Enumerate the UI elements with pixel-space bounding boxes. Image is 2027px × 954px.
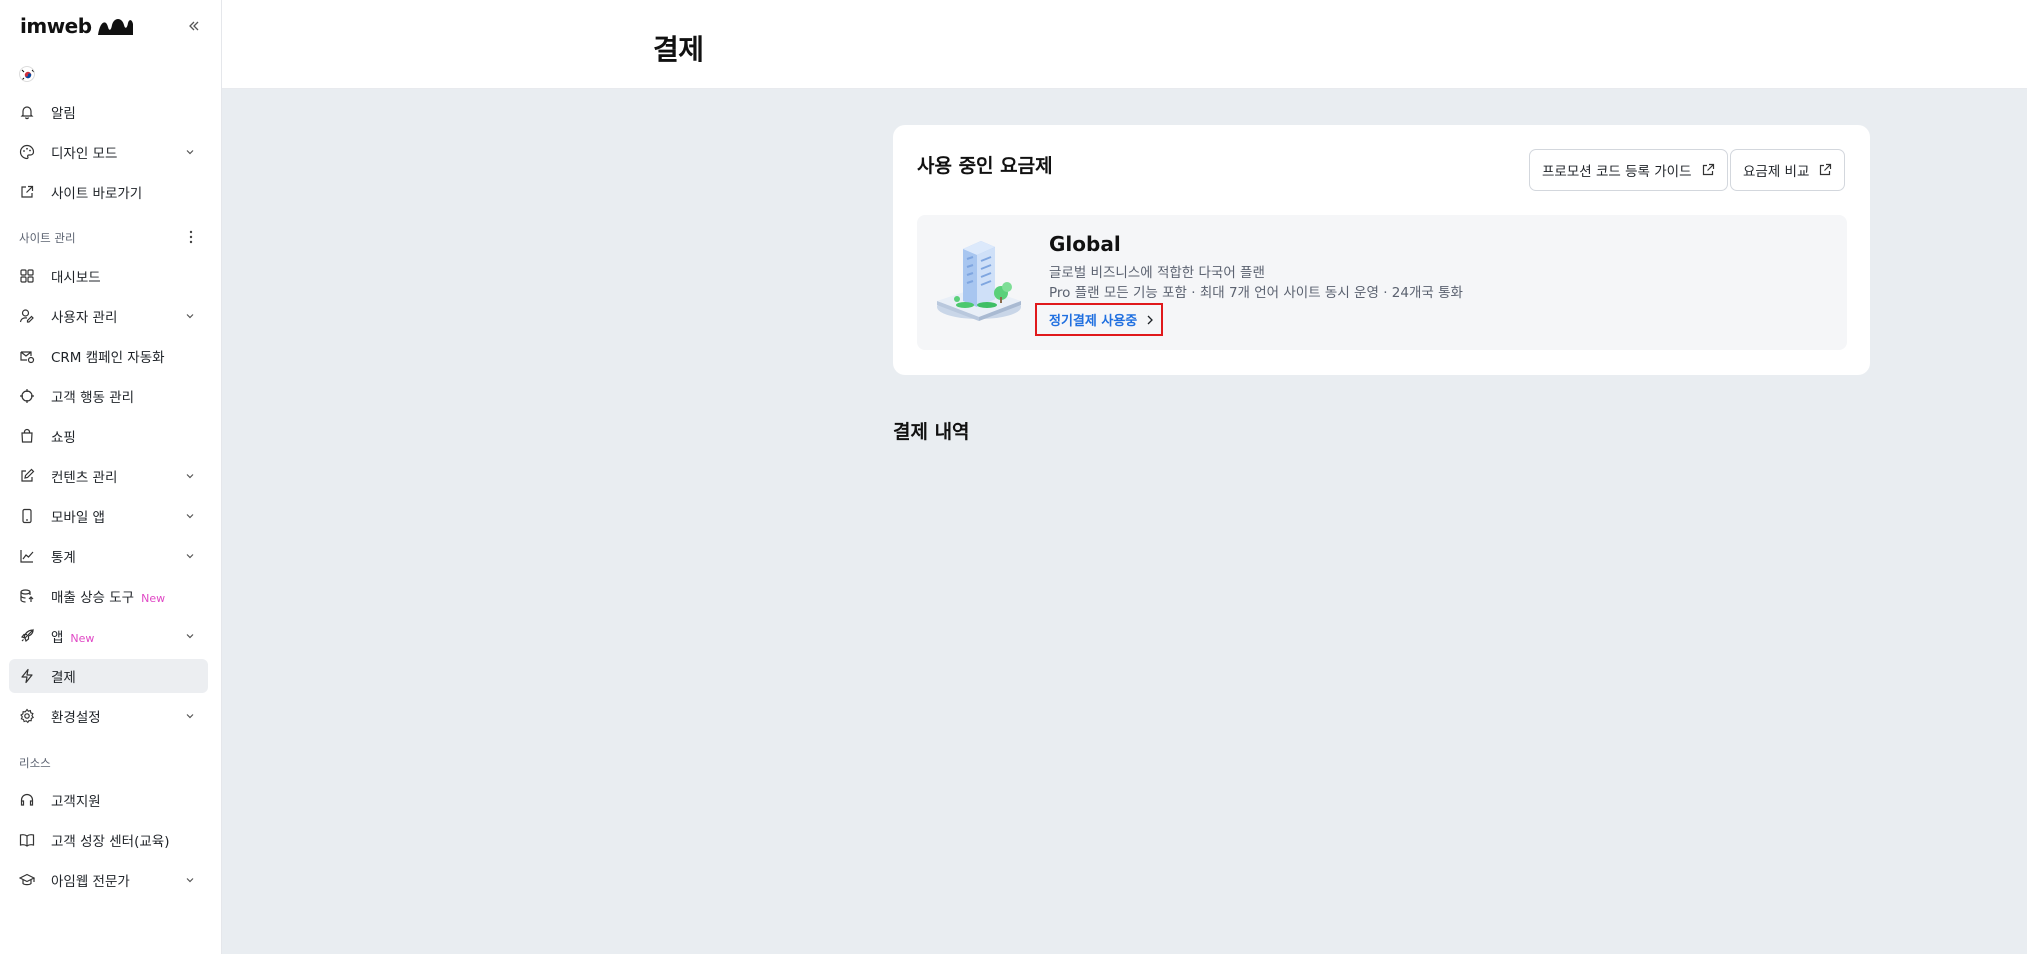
external-link-icon — [21, 185, 34, 198]
sidebar-item-statistics[interactable]: 통계 — [9, 539, 208, 573]
sidebar-item-label: 쇼핑 — [51, 430, 76, 446]
plan-info-box: Global 글로벌 비즈니스에 적합한 다국어 플랜 Pro 플랜 모든 기능… — [917, 215, 1847, 350]
sidebar-item-label: 컨텐츠 관리 — [51, 470, 118, 486]
sidebar-item-label: 앱 New — [51, 630, 95, 646]
subscription-status-link[interactable]: 정기결제 사용중 — [1035, 303, 1163, 336]
chevron-down-icon — [186, 714, 194, 719]
plan-name: Global — [1049, 232, 1121, 256]
sidebar-item-content-management[interactable]: 컨텐츠 관리 — [9, 459, 208, 493]
sidebar-item-notifications[interactable]: 알림 — [9, 95, 208, 129]
chevron-down-icon — [186, 474, 194, 479]
button-label: 프로모션 코드 등록 가이드 — [1542, 164, 1692, 180]
imweb-logo[interactable]: imweb — [20, 14, 134, 38]
korea-flag-icon[interactable] — [19, 66, 35, 82]
sidebar-item-label: 디자인 모드 — [51, 146, 118, 162]
sidebar-item-label: 대시보드 — [51, 270, 101, 286]
sidebar-item-label: 아임웹 전문가 — [51, 874, 130, 890]
chevron-down-icon — [186, 878, 194, 883]
promo-code-guide-button[interactable]: 프로모션 코드 등록 가이드 — [1529, 149, 1728, 191]
sidebar-item-label: 통계 — [51, 550, 76, 566]
sidebar-item-user-management[interactable]: 사용자 관리 — [9, 299, 208, 333]
pencil-square-icon — [21, 468, 35, 482]
sidebar-item-shopping[interactable]: 쇼핑 — [9, 419, 208, 453]
more-vertical-icon[interactable] — [184, 229, 198, 245]
sidebar-item-customer-support[interactable]: 고객지원 — [9, 783, 208, 817]
plan-compare-button[interactable]: 요금제 비교 — [1730, 149, 1846, 191]
page-title: 결제 — [653, 33, 704, 66]
sidebar-item-label: CRM 캠페인 자동화 — [51, 350, 165, 366]
sidebar-item-customer-behavior[interactable]: 고객 행동 관리 — [9, 379, 208, 413]
bell-icon — [20, 106, 34, 120]
sidebar-item-site-shortcut[interactable]: 사이트 바로가기 — [9, 175, 208, 209]
sidebar-item-label: 고객 성장 센터(교육) — [51, 834, 170, 850]
rocket-icon — [20, 628, 34, 643]
sidebar-item-label: 환경설정 — [51, 710, 101, 726]
sidebar-item-design-mode[interactable]: 디자인 모드 — [9, 135, 208, 169]
chart-line-icon — [20, 550, 34, 563]
sidebar-item-crm-automation[interactable]: CRM 캠페인 자동화 — [9, 339, 208, 373]
sidebar-item-label: 모바일 앱 — [51, 510, 105, 526]
external-link-icon — [1820, 163, 1832, 176]
new-badge: New — [141, 592, 166, 605]
graduation-cap-icon — [19, 873, 35, 886]
chevron-down-icon — [186, 554, 194, 559]
current-plan-title: 사용 중인 요금제 — [917, 155, 1053, 177]
chevron-down-icon — [186, 150, 194, 155]
sidebar-item-billing[interactable]: 결제 — [9, 659, 208, 693]
button-label: 요금제 비교 — [1743, 164, 1810, 180]
lightning-icon — [21, 668, 33, 684]
shopping-bag-icon — [21, 428, 33, 443]
building-illustration-icon — [937, 241, 1021, 321]
user-edit-icon — [19, 309, 34, 323]
palette-icon — [19, 144, 35, 160]
growth-tool-icon — [20, 589, 34, 603]
double-chevron-left-icon — [189, 21, 199, 31]
sidebar-item-sales-growth-tool[interactable]: 매출 상승 도구 New — [9, 579, 208, 613]
logo-mark-icon — [97, 19, 133, 35]
chevron-down-icon — [186, 314, 194, 319]
sidebar: imweb 알림 디자인 모드 사이트 바로가기 사이트 관리 대시보드 사용자… — [0, 0, 222, 954]
logo-text: imweb — [20, 14, 92, 38]
collapse-sidebar-button[interactable] — [183, 15, 205, 37]
external-link-icon — [1702, 163, 1714, 176]
sidebar-item-growth-center[interactable]: 고객 성장 센터(교육) — [9, 823, 208, 857]
sidebar-item-label: 고객 행동 관리 — [51, 390, 135, 406]
mobile-icon — [22, 508, 32, 524]
sidebar-item-dashboard[interactable]: 대시보드 — [9, 259, 208, 293]
sidebar-item-settings[interactable]: 환경설정 — [9, 699, 208, 733]
page-header: 결제 — [222, 0, 2027, 89]
grid-icon — [20, 269, 34, 283]
chevron-right-icon — [1147, 315, 1154, 324]
sidebar-item-apps[interactable]: 앱 New — [9, 619, 208, 653]
subscription-status-label: 정기결제 사용중 — [1049, 314, 1138, 329]
sidebar-item-label: 결제 — [51, 670, 76, 686]
sidebar-item-imweb-experts[interactable]: 아임웹 전문가 — [9, 863, 208, 897]
sidebar-item-label: 고객지원 — [51, 794, 101, 810]
chevron-down-icon — [186, 514, 194, 519]
section-label-resources: 리소스 — [19, 756, 51, 770]
chevron-down-icon — [186, 634, 194, 639]
sidebar-item-mobile-app[interactable]: 모바일 앱 — [9, 499, 208, 533]
plan-features: Pro 플랜 모든 기능 포함 · 최대 7개 언어 사이트 동시 운영 · 2… — [1049, 285, 1463, 301]
target-icon — [20, 389, 34, 403]
sidebar-header: imweb — [20, 12, 205, 40]
gear-icon — [20, 708, 35, 724]
headset-icon — [20, 793, 34, 806]
sidebar-item-label: 사용자 관리 — [51, 310, 118, 326]
billing-history-title: 결제 내역 — [893, 421, 970, 443]
sidebar-item-label: 사이트 바로가기 — [51, 186, 143, 202]
new-badge: New — [70, 632, 95, 645]
plan-description: 글로벌 비즈니스에 적합한 다국어 플랜 — [1049, 265, 1265, 281]
sidebar-item-label: 매출 상승 도구 New — [51, 590, 166, 606]
section-label-site-management: 사이트 관리 — [19, 231, 76, 245]
mail-automation-icon — [20, 351, 35, 364]
book-icon — [19, 834, 35, 847]
main-content: 사용 중인 요금제 프로모션 코드 등록 가이드 요금제 비교 Global 글… — [222, 89, 2027, 954]
sidebar-item-label: 알림 — [51, 106, 76, 122]
current-plan-card: 사용 중인 요금제 프로모션 코드 등록 가이드 요금제 비교 Global 글… — [893, 125, 1870, 375]
